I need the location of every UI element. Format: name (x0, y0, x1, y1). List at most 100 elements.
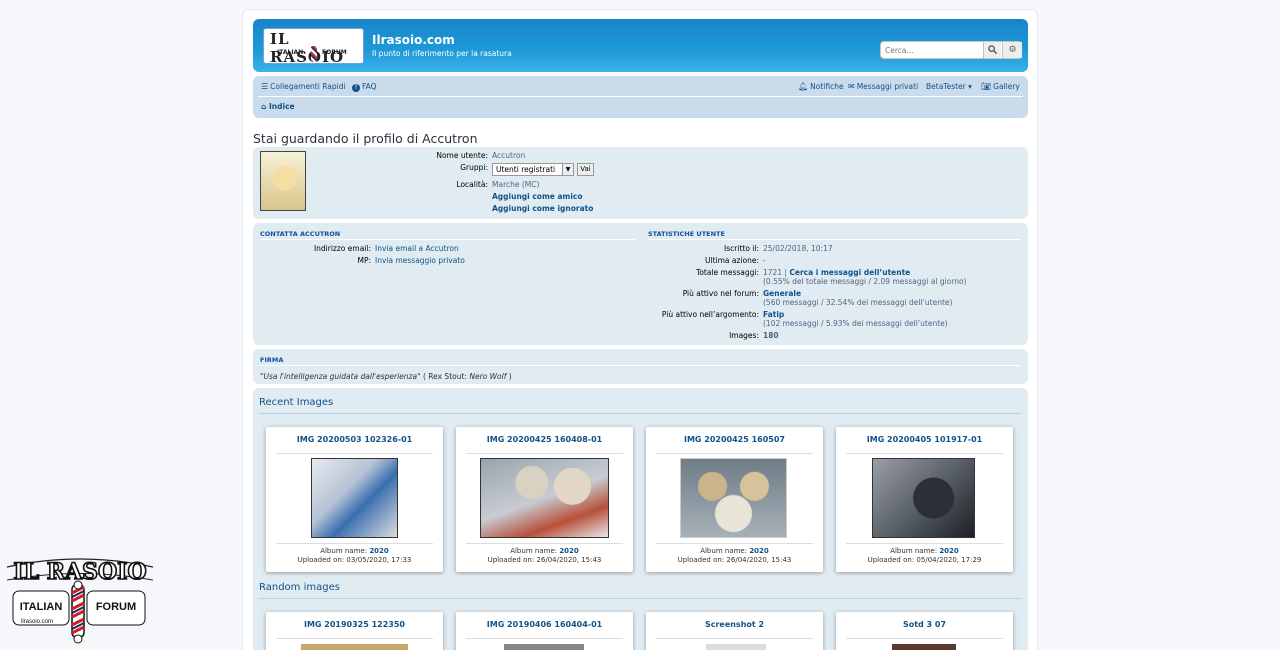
image-title[interactable]: IMG 20190406 160404-01 (456, 620, 633, 629)
groups-select[interactable]: Utenti registrati ▼ (492, 163, 574, 176)
random-images-divider (259, 598, 1021, 599)
quick-links-label: Collegamenti Rapidi (270, 82, 346, 91)
uploaded-label: Uploaded on: (297, 556, 345, 564)
most-active-forum-link[interactable]: Generale (763, 289, 801, 298)
album-label: Album name: (320, 547, 368, 555)
most-active-topic-detail: (102 messaggi / 5.93% dei messaggi dell’… (763, 319, 948, 328)
recent-image-card[interactable]: IMG 20200503 102326-01 Album name: 2020 … (266, 427, 443, 572)
watermark-site: ilrasoio.com (21, 619, 53, 625)
image-meta: Album name: 2020 Uploaded on: 26/04/2020… (646, 547, 823, 565)
home-icon: ⌂ (261, 102, 267, 111)
random-images-title: Random images (259, 582, 340, 593)
add-friend-link[interactable]: Aggiungi come amico (492, 192, 583, 201)
search-input[interactable] (881, 42, 983, 58)
menu-icon: ☰ (261, 82, 269, 91)
random-image-card[interactable]: IMG 20190406 160404-01 (456, 612, 633, 650)
profile-panel: Nome utente: Accutron Gruppi: Utenti reg… (253, 147, 1028, 219)
site-title[interactable]: Ilrasoio.com (372, 33, 455, 47)
uploaded-date: 03/05/2020, 17:33 (346, 556, 412, 564)
user-menu[interactable]: BetaTester ▾ (926, 82, 972, 91)
username-label: Nome utente: (436, 151, 488, 160)
joined-value: 25/02/2018, 10:17 (763, 244, 833, 253)
image-thumbnail[interactable] (504, 644, 584, 650)
go-button[interactable]: Vai (577, 163, 594, 176)
watermark-left: ITALIAN (20, 601, 63, 613)
chevron-down-icon: ▼ (562, 164, 573, 175)
add-ignored-link[interactable]: Aggiungi come ignorato (492, 204, 593, 213)
signature-text: "Usa l'intelligenza guidata dall'esperie… (260, 372, 512, 381)
random-image-card[interactable]: Sotd 3 07 (836, 612, 1013, 650)
card-divider (276, 453, 433, 454)
image-title[interactable]: IMG 20200425 160408-01 (456, 435, 633, 444)
image-title[interactable]: IMG 20200405 101917-01 (836, 435, 1013, 444)
image-thumbnail[interactable] (872, 458, 975, 538)
watermark-right: FORUM (96, 601, 136, 613)
most-active-topic-link[interactable]: Fatip (763, 310, 784, 319)
uploaded-date: 05/04/2020, 17:29 (916, 556, 982, 564)
gallery-link[interactable]: 📷︎ Gallery (981, 82, 1020, 91)
album-link[interactable]: 2020 (559, 547, 578, 555)
notifications-link[interactable]: 🔔︎ Notifiche (798, 82, 844, 91)
pm-label: MP: (357, 256, 371, 265)
username-label: BetaTester (926, 82, 966, 91)
album-link[interactable]: 2020 (939, 547, 958, 555)
groups-selected: Utenti registrati (496, 165, 556, 174)
uploaded-label: Uploaded on: (487, 556, 535, 564)
card-divider (846, 638, 1003, 639)
stats-heading: STATISTICHE UTENTE (648, 230, 725, 238)
signature-heading: FIRMA (260, 356, 284, 364)
search-button[interactable] (983, 42, 1001, 58)
contact-heading: CONTATTA ACCUTRON (260, 230, 341, 238)
image-thumbnail[interactable] (680, 458, 787, 538)
site-logo[interactable]: IL RASOIO ITALIAN FORUM (263, 28, 364, 66)
image-meta: Album name: 2020 Uploaded on: 03/05/2020… (266, 547, 443, 565)
image-title[interactable]: IMG 20200503 102326-01 (266, 435, 443, 444)
location-value: Marche (MC) (492, 180, 540, 189)
location-label: Località: (456, 180, 488, 189)
album-link[interactable]: 2020 (749, 547, 768, 555)
recent-image-card[interactable]: IMG 20200425 160408-01 Album name: 2020 … (456, 427, 633, 572)
image-thumbnail[interactable] (892, 644, 956, 650)
image-thumbnail[interactable] (706, 644, 766, 650)
recent-image-card[interactable]: IMG 20200405 101917-01 Album name: 2020 … (836, 427, 1013, 572)
question-icon: ? (352, 84, 360, 92)
search-posts-link[interactable]: Cerca i messaggi dell’utente (789, 268, 910, 277)
card-divider (466, 453, 623, 454)
site-description: Il punto di riferimento per la rasatura (372, 49, 512, 58)
signature-work: Nero Wolf (469, 372, 507, 381)
image-title[interactable]: IMG 20190325 122350 (266, 620, 443, 629)
logo-right-text: FORUM (322, 49, 347, 56)
card-divider (276, 638, 433, 639)
random-image-card[interactable]: Screenshot 2 (646, 612, 823, 650)
recent-images-title: Recent Images (259, 397, 334, 408)
random-image-card[interactable]: IMG 20190325 122350 (266, 612, 443, 650)
breadcrumb[interactable]: ⌂ Indice (261, 102, 295, 111)
image-title[interactable]: Sotd 3 07 (836, 620, 1013, 629)
email-link[interactable]: Invia email a Accutron (375, 244, 459, 253)
private-messages-link[interactable]: ✉ Messaggi privati (848, 82, 918, 91)
recent-image-card[interactable]: IMG 20200425 160507 Album name: 2020 Upl… (646, 427, 823, 572)
image-title[interactable]: IMG 20200425 160507 (646, 435, 823, 444)
signature-panel: FIRMA "Usa l'intelligenza guidata dall'e… (253, 349, 1028, 384)
image-thumbnail[interactable] (480, 458, 609, 538)
total-posts-value: 1721 | Cerca i messaggi dell’utente (763, 268, 910, 277)
pm-link[interactable]: Invia messaggio privato (375, 256, 465, 265)
quick-links-menu[interactable]: ☰ Collegamenti Rapidi (261, 82, 346, 91)
gallery-panel: Recent Images IMG 20200503 102326-01 Alb… (253, 388, 1028, 650)
bell-icon: 🔔︎ (798, 82, 809, 91)
logo-left-text: ITALIAN (277, 49, 304, 56)
advanced-search-button[interactable]: ⚙ (1002, 42, 1022, 58)
contact-stats-panel: CONTATTA ACCUTRON Indirizzo email: Invia… (253, 223, 1028, 345)
image-title[interactable]: Screenshot 2 (646, 620, 823, 629)
album-link[interactable]: 2020 (369, 547, 388, 555)
faq-link[interactable]: ? FAQ (352, 82, 377, 92)
faq-label: FAQ (362, 82, 377, 91)
images-label: Images: (729, 331, 759, 340)
groups-label: Gruppi: (460, 163, 488, 172)
image-thumbnail[interactable] (301, 644, 408, 650)
image-thumbnail[interactable] (311, 458, 398, 538)
notifications-label: Notifiche (810, 82, 844, 91)
uploaded-date: 26/04/2020, 15:43 (536, 556, 602, 564)
forum-watermark-logo: IL RASOIO ITALIAN FORUM ilrasoio.com (6, 558, 154, 644)
private-messages-label: Messaggi privati (856, 82, 919, 91)
